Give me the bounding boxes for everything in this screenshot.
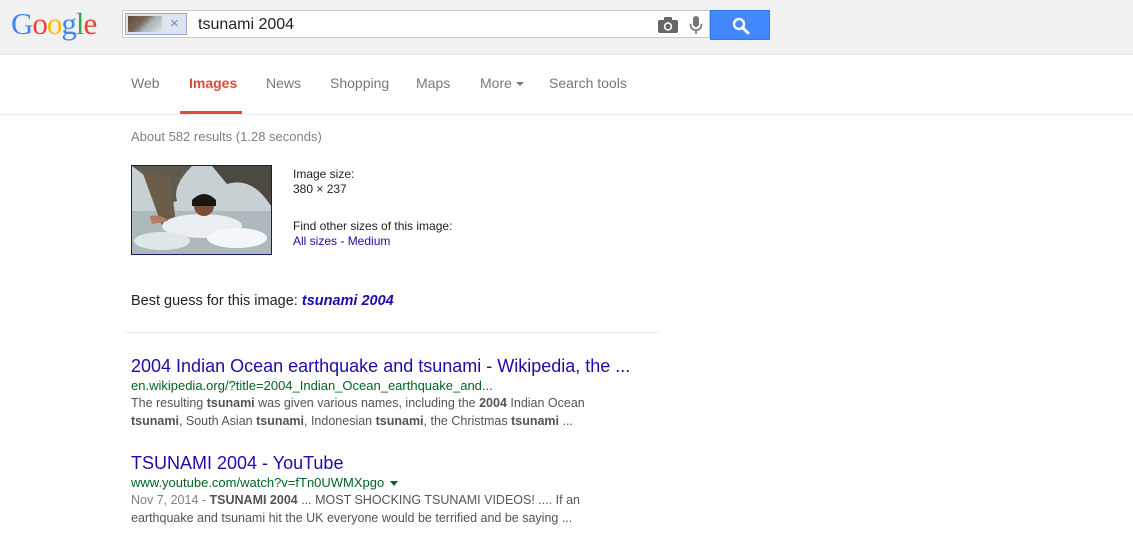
tab-more[interactable]: More bbox=[480, 75, 524, 91]
logo-letter: l bbox=[75, 6, 85, 41]
snippet-highlight: tsunami bbox=[375, 414, 424, 428]
snippet-text: ... bbox=[559, 414, 573, 428]
tab-images[interactable]: Images bbox=[189, 75, 237, 91]
snippet-text: was given various names, including the bbox=[254, 396, 480, 410]
url-options-icon[interactable] bbox=[390, 481, 399, 487]
chevron-down-icon bbox=[515, 82, 524, 87]
result-url: www.youtube.com/watch?v=fTn0UWMXpgo bbox=[131, 475, 385, 490]
image-size-value: 380 × 237 bbox=[293, 182, 347, 196]
result-snippet: Nov 7, 2014 - TSUNAMI 2004 ... MOST SHOC… bbox=[131, 491, 651, 527]
image-query-chip[interactable]: × bbox=[125, 13, 187, 35]
tab-more-label: More bbox=[480, 75, 512, 91]
snippet-highlight: tsunami bbox=[131, 414, 179, 428]
snippet-text: , South Asian bbox=[178, 414, 257, 428]
other-sizes-label: Find other sizes of this image: bbox=[293, 219, 453, 233]
size-link-separator: - bbox=[337, 234, 348, 248]
snippet-text: , the Christmas bbox=[423, 414, 512, 428]
search-box[interactable]: × tsunami 2004 bbox=[122, 10, 710, 38]
camera-icon[interactable] bbox=[657, 16, 679, 34]
result-url: en.wikipedia.org/?title=2004_Indian_Ocea… bbox=[131, 378, 493, 393]
tab-web[interactable]: Web bbox=[131, 75, 160, 91]
all-sizes-link[interactable]: All sizes bbox=[293, 234, 337, 248]
search-input[interactable]: tsunami 2004 bbox=[198, 16, 294, 34]
tab-shopping[interactable]: Shopping bbox=[330, 75, 389, 91]
image-size-label: Image size: bbox=[293, 167, 355, 181]
search-result: TSUNAMI 2004 - YouTube www.youtube.com/w… bbox=[131, 452, 651, 527]
google-logo[interactable]: Google bbox=[11, 6, 98, 41]
logo-letter: o bbox=[46, 6, 62, 41]
snippet-text: , Indonesian bbox=[304, 414, 376, 428]
result-snippet: The resulting tsunami was given various … bbox=[131, 394, 651, 430]
result-title-link[interactable]: 2004 Indian Ocean earthquake and tsunami… bbox=[131, 355, 651, 377]
tab-search-tools[interactable]: Search tools bbox=[549, 75, 627, 91]
logo-letter: o bbox=[32, 6, 47, 41]
snippet-text: ... MOST SHOCKING TSUNAMI VIDEOS! .... I… bbox=[297, 493, 580, 507]
logo-letter: G bbox=[11, 6, 33, 41]
medium-size-link[interactable]: Medium bbox=[348, 234, 391, 248]
best-guess: Best guess for this image: tsunami 2004 bbox=[131, 293, 394, 309]
snippet-highlight: tsunami bbox=[256, 414, 305, 428]
query-image[interactable] bbox=[131, 165, 272, 255]
tsunami-photo bbox=[132, 166, 271, 254]
result-title-link[interactable]: TSUNAMI 2004 - YouTube bbox=[131, 452, 651, 474]
tab-news[interactable]: News bbox=[266, 75, 301, 91]
snippet-highlight: TSUNAMI 2004 bbox=[209, 493, 298, 507]
snippet-highlight: 2004 bbox=[479, 396, 507, 410]
search-result: 2004 Indian Ocean earthquake and tsunami… bbox=[131, 355, 651, 430]
snippet-text: The resulting bbox=[131, 396, 207, 410]
result-url-row: www.youtube.com/watch?v=fTn0UWMXpgo bbox=[131, 474, 651, 491]
search-button[interactable] bbox=[710, 10, 770, 40]
logo-letter: e bbox=[83, 6, 98, 41]
result-stats: About 582 results (1.28 seconds) bbox=[131, 129, 322, 144]
snippet-text: Indian Ocean bbox=[506, 396, 585, 410]
divider bbox=[124, 332, 659, 333]
logo-letter: g bbox=[61, 6, 76, 41]
remove-image-icon[interactable]: × bbox=[170, 15, 179, 33]
search-icon bbox=[732, 17, 750, 35]
snippet-text: earthquake and tsunami hit the UK everyo… bbox=[131, 511, 573, 525]
result-date: Nov 7, 2014 - bbox=[131, 493, 210, 507]
active-tab-indicator bbox=[180, 111, 242, 114]
query-image-thumbnail bbox=[128, 16, 162, 32]
top-bar: Google × tsunami 2004 bbox=[0, 0, 1133, 55]
snippet-highlight: tsunami bbox=[511, 414, 560, 428]
best-guess-label: Best guess for this image: bbox=[131, 293, 302, 309]
microphone-icon[interactable] bbox=[688, 15, 704, 35]
size-links: All sizes - Medium bbox=[293, 234, 390, 249]
tab-maps[interactable]: Maps bbox=[416, 75, 450, 91]
search-tabs: Web Images News Shopping Maps More Searc… bbox=[0, 54, 1133, 115]
best-guess-link[interactable]: tsunami 2004 bbox=[302, 293, 394, 309]
snippet-highlight: tsunami bbox=[206, 396, 255, 410]
